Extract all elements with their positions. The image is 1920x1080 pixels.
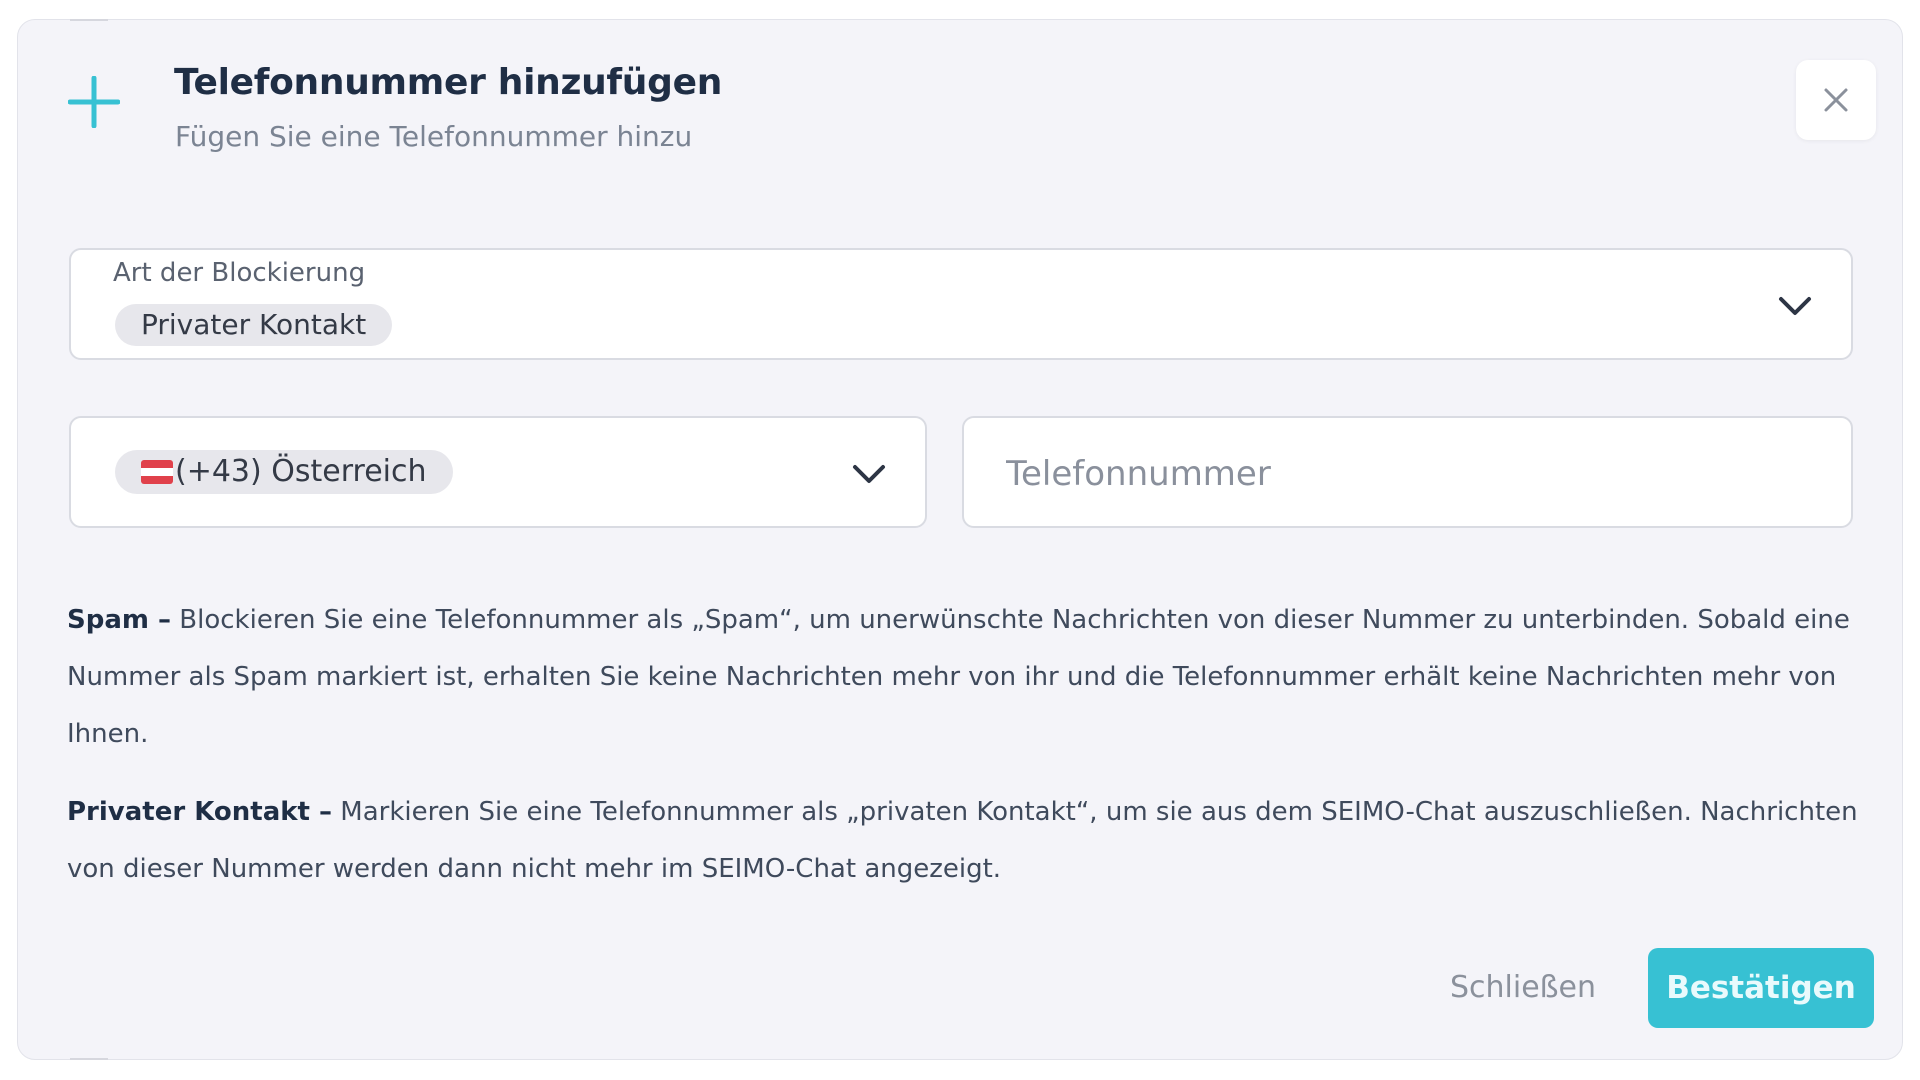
chevron-down-icon[interactable] [851, 462, 887, 486]
private-contact-description: Privater Kontakt – Markieren Sie eine Te… [67, 784, 1867, 898]
phone-number-input[interactable] [1004, 438, 1808, 510]
close-button[interactable] [1796, 60, 1876, 140]
austria-flag-icon [141, 460, 173, 484]
country-selected-chip: (+43) Österreich [115, 450, 453, 494]
plus-icon [68, 76, 120, 128]
dialog-title: Telefonnummer hinzufügen [174, 62, 723, 103]
spam-text: Blockieren Sie eine Telefonnummer als „S… [67, 605, 1850, 749]
private-contact-term: Privater Kontakt – [67, 797, 333, 827]
dialog-subtitle: Fügen Sie eine Telefonnummer hinzu [175, 120, 693, 153]
private-contact-text: Markieren Sie eine Telefonnummer als „pr… [67, 797, 1858, 884]
confirm-button[interactable]: Bestätigen [1648, 948, 1874, 1028]
phone-number-field[interactable] [962, 416, 1853, 528]
dialog-bottom-edge-mark [70, 1058, 108, 1060]
spam-description: Spam – Blockieren Sie eine Telefonnummer… [67, 592, 1867, 763]
country-selected-label: (+43) Österreich [175, 454, 427, 489]
country-code-select[interactable]: (+43) Österreich [69, 416, 927, 528]
spam-term: Spam – [67, 605, 172, 635]
close-dialog-button[interactable]: Schließen [1418, 948, 1628, 1026]
dialog-top-edge-mark [70, 19, 108, 21]
close-icon [1824, 88, 1848, 112]
chevron-down-icon[interactable] [1777, 294, 1813, 318]
block-type-select[interactable]: Art der Blockierung Privater Kontakt [69, 248, 1853, 360]
add-phone-number-dialog [17, 19, 1903, 1060]
block-type-selected-chip: Privater Kontakt [115, 304, 393, 346]
block-type-label: Art der Blockierung [113, 258, 366, 288]
